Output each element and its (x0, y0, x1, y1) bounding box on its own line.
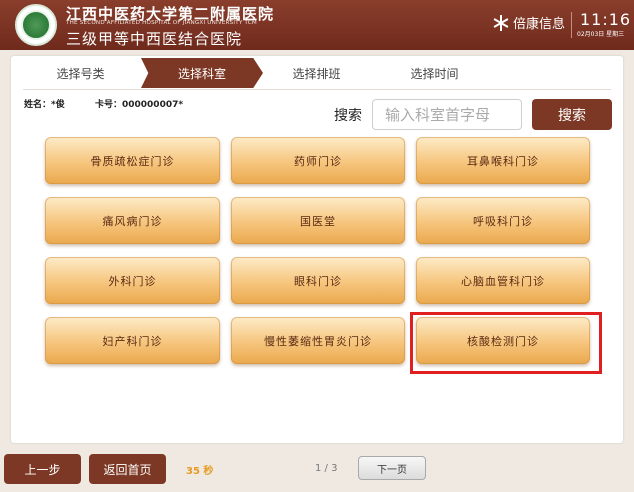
back-button[interactable]: 上一步 (4, 454, 81, 484)
step-select-time: 选择时间 (410, 66, 459, 81)
home-button[interactable]: 返回首页 (89, 454, 166, 484)
hospital-logo (15, 4, 57, 46)
search-label: 搜索 (334, 108, 362, 124)
step-divider (23, 89, 611, 90)
dept-button[interactable]: 心脑血管科门诊 (416, 257, 590, 304)
hospital-subtitle: 三级甲等中西医结合医院 (66, 30, 243, 48)
search-button[interactable]: 搜索 (532, 99, 612, 130)
dept-button[interactable]: 呼吸科门诊 (416, 197, 590, 244)
countdown-timer: 35 秒 (186, 466, 214, 477)
highlight-box (410, 312, 602, 374)
vendor-label: 倍康信息 (513, 17, 566, 32)
dept-button[interactable]: 眼科门诊 (231, 257, 405, 304)
dept-button[interactable]: 国医堂 (231, 197, 405, 244)
main-panel: 选择号类 选择科室 选择排班 选择时间 姓名：*俊 卡号：000000007* … (11, 56, 623, 443)
step-select-schedule: 选择排班 (292, 66, 341, 81)
clock-time: 11:16 (580, 10, 632, 29)
dept-button[interactable]: 外科门诊 (45, 257, 220, 304)
patient-name: 姓名：*俊 (24, 100, 65, 110)
page-indicator: 1 / 3 (315, 463, 338, 474)
dept-button[interactable]: 妇产科门诊 (45, 317, 220, 364)
search-input[interactable] (372, 99, 522, 130)
step-select-department: 选择科室 (141, 58, 263, 88)
app-header: 江西中医药大学第二附属医院 THE SECOND AFFILIATED HOSP… (0, 0, 634, 50)
header-divider (571, 12, 572, 38)
dept-button[interactable]: 慢性萎缩性胃炎门诊 (231, 317, 405, 364)
dept-button[interactable]: 骨质疏松症门诊 (45, 137, 220, 184)
next-page-button[interactable]: 下一页 (358, 456, 426, 480)
step-progress: 选择号类 选择科室 选择排班 选择时间 (11, 58, 623, 88)
vendor-logo-icon (493, 14, 509, 31)
patient-card: 卡号：000000007* (95, 100, 184, 110)
dept-button[interactable]: 药师门诊 (231, 137, 405, 184)
hospital-name-en: THE SECOND AFFILIATED HOSPITAL OF JIANGX… (66, 20, 257, 26)
dept-button[interactable]: 耳鼻喉科门诊 (416, 137, 590, 184)
dept-button[interactable]: 痛风病门诊 (45, 197, 220, 244)
clock-date: 02月03日 星期三 (577, 31, 625, 38)
step-select-type: 选择号类 (56, 66, 105, 81)
vendor-info: 倍康信息 (493, 13, 565, 32)
footer-bar: 上一步 返回首页 35 秒 1 / 3 下一页 (0, 448, 634, 492)
